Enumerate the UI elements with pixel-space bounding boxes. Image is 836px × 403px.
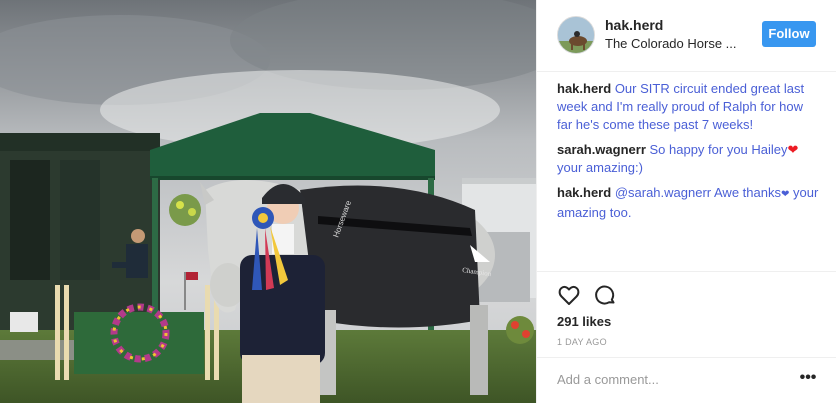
photo-illustration: Horseware Champion (0, 0, 536, 403)
comment-text-continued: your amazing:) (557, 160, 643, 175)
comment-composer: ••• (537, 357, 836, 403)
comment: sarah.wagnerr So happy for you Hailey❤ y… (557, 141, 819, 177)
comment-username[interactable]: hak.herd (557, 81, 611, 96)
comment-text: @sarah.wagnerr Awe thanks (614, 185, 781, 200)
comment-username[interactable]: sarah.wagnerr (557, 142, 646, 157)
comment-text: So happy for you Hailey (649, 142, 788, 157)
comments-list: hak.herd Our SITR circuit ended great la… (557, 80, 819, 229)
avatar[interactable] (557, 16, 595, 54)
comment-input[interactable] (557, 372, 777, 387)
blue-heart-emoji-icon: ❤ (780, 189, 790, 200)
heart-outline-glyph (558, 285, 580, 305)
post-header: hak.herd The Colorado Horse ... Follow (537, 0, 836, 72)
instagram-post: Horseware Champion hak.herd The Colorado… (0, 0, 836, 403)
post-timestamp[interactable]: 1 DAY AGO (557, 337, 607, 347)
caption: hak.herd Our SITR circuit ended great la… (557, 80, 819, 134)
red-heart-emoji-icon: ❤ (787, 142, 799, 157)
comment: hak.herd @sarah.wagnerr Awe thanks❤ your… (557, 184, 819, 222)
more-options-icon[interactable]: ••• (797, 368, 819, 388)
heart-icon[interactable] (557, 283, 581, 307)
comment-bubble-glyph (595, 285, 615, 305)
avatar-image-icon (558, 17, 594, 53)
comment-username[interactable]: hak.herd (557, 185, 611, 200)
post-sidebar: hak.herd The Colorado Horse ... Follow h… (536, 0, 836, 403)
comment-icon[interactable] (593, 283, 617, 307)
follow-button[interactable]: Follow (762, 21, 816, 47)
post-photo[interactable]: Horseware Champion (0, 0, 536, 403)
post-location[interactable]: The Colorado Horse ... (605, 36, 737, 51)
post-username[interactable]: hak.herd (605, 17, 663, 33)
like-count[interactable]: 291 likes (557, 314, 611, 329)
